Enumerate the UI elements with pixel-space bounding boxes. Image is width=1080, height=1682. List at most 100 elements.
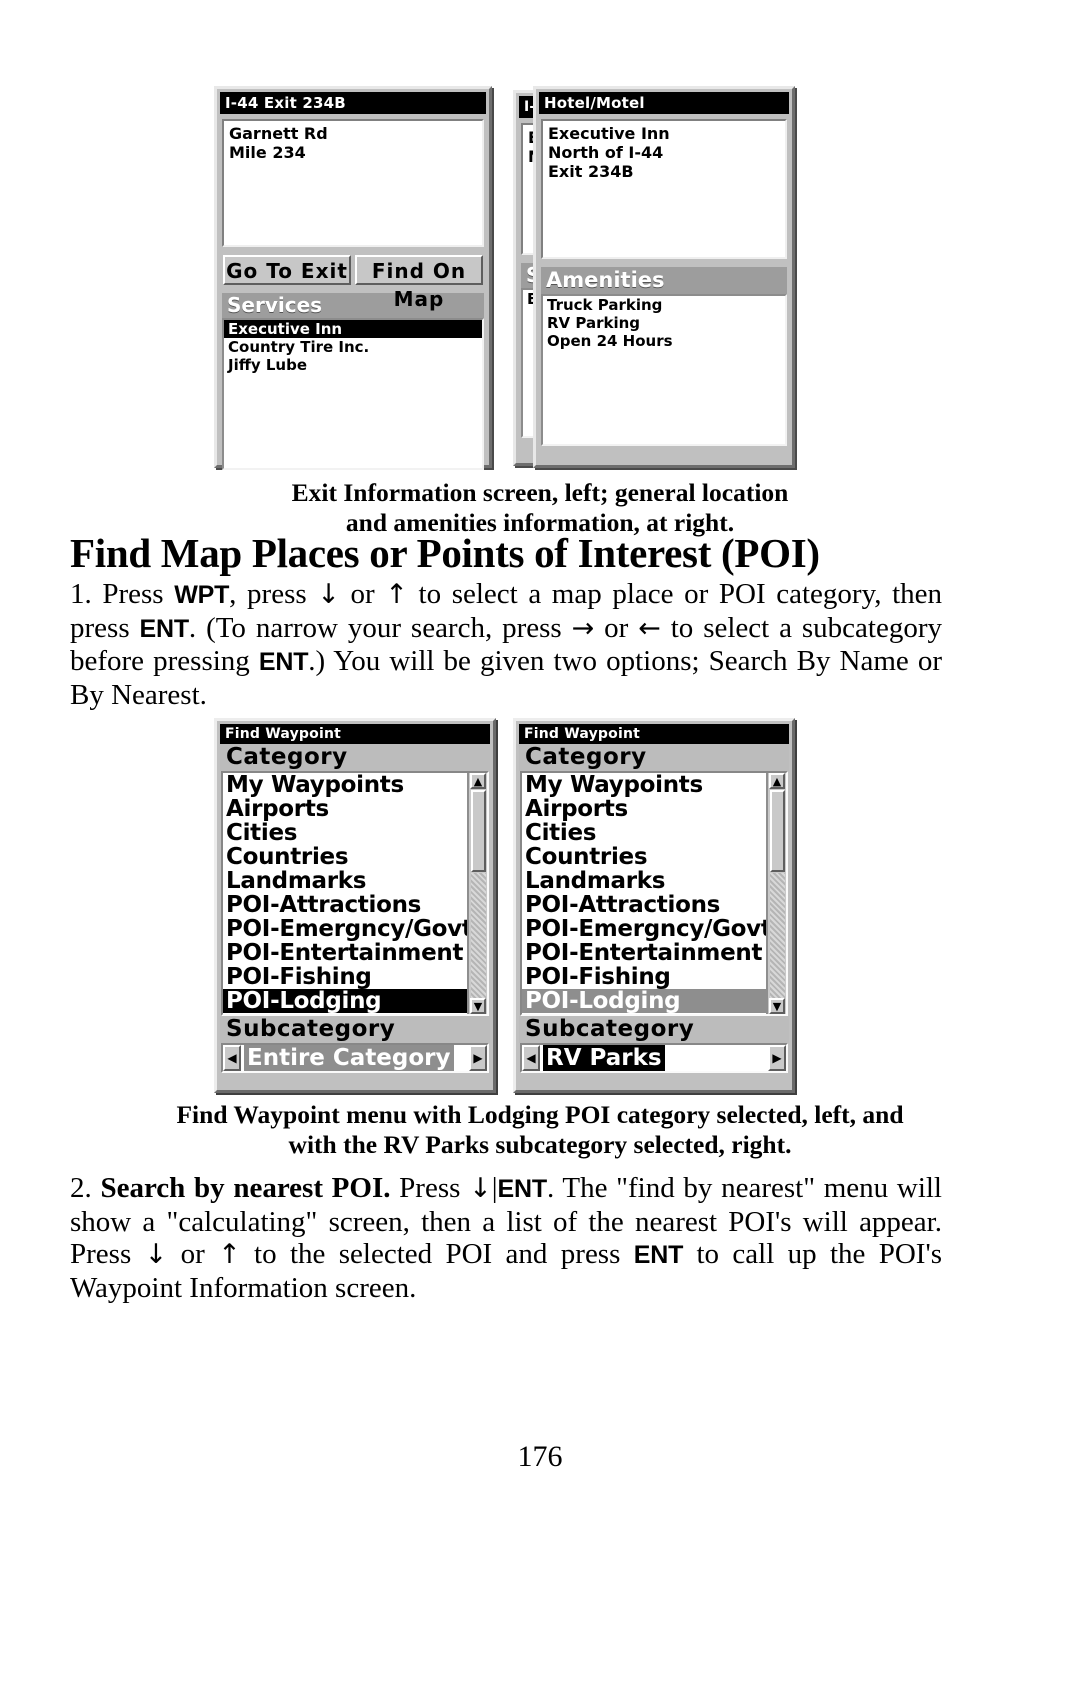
category-label-right: Category [519, 744, 789, 771]
category-item[interactable]: My Waypoints [522, 773, 766, 797]
paragraph-step-1: 1. Press WPT, press ↓ or ↑ to select a m… [70, 578, 942, 711]
category-label-left: Category [220, 744, 490, 771]
subcategory-value-wrap[interactable]: RV Parks [540, 1045, 768, 1071]
category-item-selected[interactable]: POI-Lodging [522, 989, 766, 1013]
category-item[interactable]: Airports [223, 797, 467, 821]
category-item-selected[interactable]: POI-Lodging [223, 989, 467, 1013]
p1-text-3: or [339, 578, 386, 610]
subcategory-label-right: Subcategory [519, 1016, 789, 1043]
p2-bold-lead: Search by nearest POI. [100, 1172, 391, 1204]
amenity-item[interactable]: Open 24 Hours [543, 332, 785, 350]
p1-text-6: or [594, 611, 639, 644]
service-item[interactable]: Country Tire Inc. [224, 338, 482, 356]
category-item[interactable]: Cities [223, 821, 467, 845]
p2-text-2: Press [390, 1172, 470, 1204]
spin-right-icon[interactable]: ▶ [469, 1045, 487, 1071]
find-waypoint-title-right: Find Waypoint [519, 724, 789, 744]
scroll-down-icon[interactable]: ▼ [470, 998, 486, 1014]
category-scrollbar-right[interactable]: ▲ ▼ [766, 773, 786, 1014]
amenity-item[interactable]: Truck Parking [543, 296, 785, 314]
category-item[interactable]: Airports [522, 797, 766, 821]
key-ent: ENT [258, 648, 309, 676]
scroll-up-icon[interactable]: ▲ [470, 773, 486, 789]
category-item[interactable]: POI-Marine [522, 1013, 766, 1014]
subcategory-selector-right[interactable]: ◀ RV Parks ▶ [520, 1043, 788, 1073]
spin-left-icon[interactable]: ◀ [522, 1045, 540, 1071]
paragraph-step-2: 2. Search by nearest POI. Press ↓|ENT. T… [70, 1172, 942, 1304]
scroll-up-icon[interactable]: ▲ [769, 773, 785, 789]
services-list[interactable]: Executive Inn Country Tire Inc. Jiffy Lu… [222, 318, 484, 470]
spin-right-icon[interactable]: ▶ [768, 1045, 786, 1071]
exit-address-line-1: Garnett Rd [229, 124, 328, 143]
figure-exit-information: I-44 Exit 234B Garnett Rd Mile 234 Go To… [0, 86, 1080, 486]
figure-2-caption-line-2: with the RV Parks subcategory selected, … [288, 1130, 792, 1159]
find-waypoint-title-left: Find Waypoint [220, 724, 490, 744]
hotel-motel-screen: Hotel/Motel Executive Inn North of I-44 … [533, 86, 795, 468]
subcategory-value-wrap[interactable]: Entire Category [241, 1045, 469, 1071]
p1-text-5: . (To narrow your search, press [188, 611, 572, 644]
figure-2-caption: Find Waypoint menu with Lodging POI cate… [70, 1100, 1010, 1160]
exit-address-line-2: Mile 234 [229, 143, 306, 162]
figure-1-caption-line-1: Exit Information screen, left; general l… [291, 478, 789, 507]
arrow-left-icon: ← [638, 612, 661, 644]
category-item[interactable]: Countries [522, 845, 766, 869]
service-item-selected[interactable]: Executive Inn [224, 320, 482, 338]
find-waypoint-menu-right: Find Waypoint Category My Waypoints Airp… [513, 718, 795, 1093]
arrow-right-icon: → [571, 612, 595, 644]
category-item[interactable]: My Waypoints [223, 773, 467, 797]
go-to-exit-button[interactable]: Go To Exit [223, 255, 351, 285]
category-item[interactable]: Landmarks [223, 869, 467, 893]
manual-page: I-44 Exit 234B Garnett Rd Mile 234 Go To… [0, 0, 1080, 1682]
category-item[interactable]: POI-Marine [223, 1013, 467, 1014]
category-item[interactable]: Countries [223, 845, 467, 869]
amenity-item[interactable]: RV Parking [543, 314, 785, 332]
arrow-down-icon: ↓ [144, 1239, 168, 1270]
scrollbar-track[interactable] [470, 873, 486, 998]
hotel-location-line-2: North of I-44 [548, 143, 664, 162]
find-on-map-button[interactable]: Find On Map [355, 255, 483, 311]
category-item[interactable]: POI-Emergncy/Govt [223, 917, 467, 941]
p1-text-2: , press [229, 578, 318, 610]
page-number: 176 [517, 1440, 563, 1473]
category-item[interactable]: Cities [522, 821, 766, 845]
figure-find-waypoint: Find Waypoint Category My Waypoints Airp… [0, 718, 1080, 1098]
category-scrollbar-left[interactable]: ▲ ▼ [467, 773, 487, 1014]
hotel-location-line-1: Executive Inn [548, 124, 670, 143]
figure-1-caption: Exit Information screen, left; general l… [70, 478, 1010, 538]
scroll-down-icon[interactable]: ▼ [769, 998, 785, 1014]
scrollbar-thumb[interactable] [769, 790, 785, 872]
category-list-right[interactable]: My Waypoints Airports Cities Countries L… [520, 771, 788, 1016]
page-title: Find Map Places or Points of Interest (P… [70, 530, 820, 576]
subcategory-selector-left[interactable]: ◀ Entire Category ▶ [221, 1043, 489, 1073]
category-item[interactable]: POI-Entertainment [223, 941, 467, 965]
arrow-down-icon: ↓ [469, 1173, 492, 1204]
section-heading-wrap: Find Map Places or Points of Interest (P… [70, 530, 1010, 576]
find-waypoint-menu-left: Find Waypoint Category My Waypoints Airp… [214, 718, 496, 1093]
services-header: Services [222, 293, 484, 318]
category-item[interactable]: POI-Fishing [223, 965, 467, 989]
category-item[interactable]: POI-Entertainment [522, 941, 766, 965]
scrollbar-thumb[interactable] [470, 790, 486, 872]
subcategory-value-left[interactable]: Entire Category [244, 1045, 454, 1071]
category-item[interactable]: Landmarks [522, 869, 766, 893]
arrow-down-icon: ↓ [317, 579, 340, 610]
exit-information-screen: I-44 Exit 234B Garnett Rd Mile 234 Go To… [214, 86, 492, 470]
hotel-location-field: Executive Inn North of I-44 Exit 234B [541, 119, 787, 259]
category-list-left[interactable]: My Waypoints Airports Cities Countries L… [221, 771, 489, 1016]
amenities-header: Amenities [541, 267, 787, 294]
key-ent: ENT [497, 1175, 548, 1203]
scrollbar-track[interactable] [769, 873, 785, 998]
exit-address-field: Garnett Rd Mile 234 [222, 119, 484, 247]
p2-text-6: to the selected POI and press [240, 1238, 634, 1270]
category-item[interactable]: POI-Fishing [522, 965, 766, 989]
category-item[interactable]: POI-Emergncy/Govt [522, 917, 766, 941]
service-item[interactable]: Jiffy Lube [224, 356, 482, 374]
spin-left-icon[interactable]: ◀ [223, 1045, 241, 1071]
hotel-screen-title: Hotel/Motel [539, 92, 789, 114]
key-ent: ENT [633, 1241, 684, 1269]
subcategory-value-right[interactable]: RV Parks [543, 1045, 665, 1071]
amenities-list[interactable]: Truck Parking RV Parking Open 24 Hours [541, 294, 787, 446]
category-item[interactable]: POI-Attractions [223, 893, 467, 917]
subcategory-label-left: Subcategory [220, 1016, 490, 1043]
category-item[interactable]: POI-Attractions [522, 893, 766, 917]
